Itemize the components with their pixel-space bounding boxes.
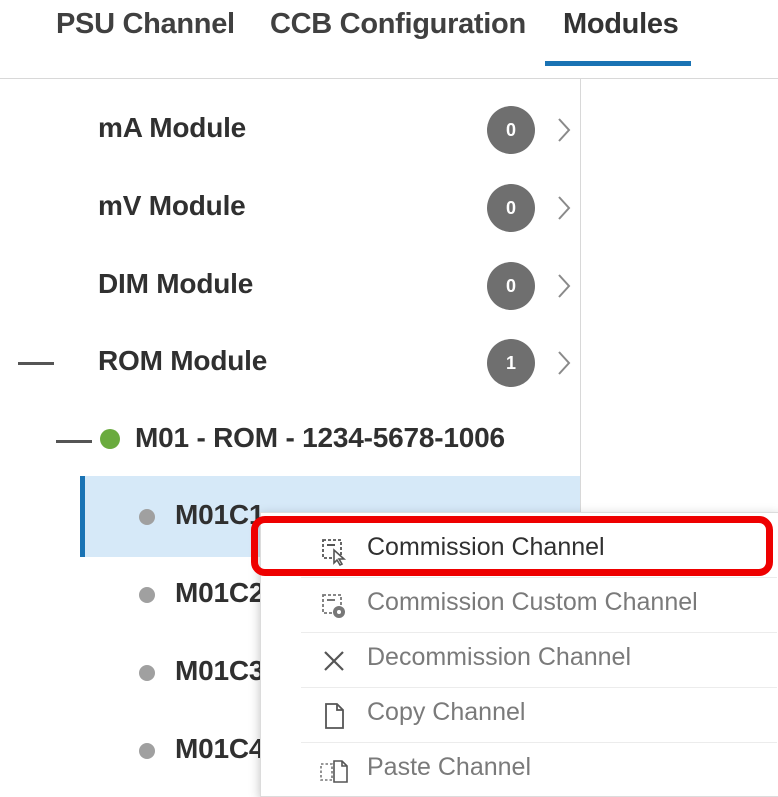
chevron-right-icon[interactable] [556,349,572,377]
channel-label: M01C4 [175,733,265,764]
paste-icon [320,760,348,783]
tab-modules[interactable]: Modules [563,8,679,41]
count-badge: 0 [487,262,535,310]
collapse-toggle[interactable] [56,440,92,443]
status-dot [139,665,155,681]
document-icon [325,703,344,729]
channel-label: M01C3 [175,655,265,686]
menu-item-label: Commission Custom Channel [367,588,698,616]
commission-custom-icon [322,594,345,618]
menu-item-label: Copy Channel [367,698,526,726]
active-tab-indicator [545,61,691,66]
chevron-right-icon[interactable] [556,194,572,222]
selected-row-indicator [80,476,85,557]
menu-item-label: Decommission Channel [367,643,632,671]
tab-psu-channel[interactable]: PSU Channel [56,8,235,41]
count-badge: 0 [487,106,535,154]
status-dot [139,743,155,759]
status-dot [139,509,155,525]
count-badge: 1 [487,339,535,387]
tab-bar: PSU Channel CCB Configuration Modules [0,0,778,79]
menu-item-commission-custom-channel[interactable]: Commission Custom Channel [261,578,778,632]
module-label: mA Module [98,112,247,143]
highlight-annotation [251,516,773,576]
chevron-right-icon[interactable] [556,272,572,300]
status-dot-online [100,429,120,449]
tab-ccb-configuration[interactable]: CCB Configuration [270,8,526,41]
menu-item-decommission-channel[interactable]: Decommission Channel [261,633,778,687]
collapse-toggle[interactable] [18,362,54,365]
menu-item-paste-channel[interactable]: Paste Channel [261,743,778,797]
menu-item-label: Paste Channel [367,753,532,781]
module-label: mV Module [98,190,246,221]
channel-label: M01C2 [175,577,265,608]
status-dot [139,587,155,603]
module-label: ROM Module [98,345,268,376]
menu-item-copy-channel[interactable]: Copy Channel [261,688,778,742]
close-icon [324,651,344,671]
module-label: DIM Module [98,268,254,299]
chevron-right-icon[interactable] [556,116,572,144]
device-label: M01 - ROM - 1234-5678-1006 [135,422,505,453]
count-badge: 0 [487,184,535,232]
